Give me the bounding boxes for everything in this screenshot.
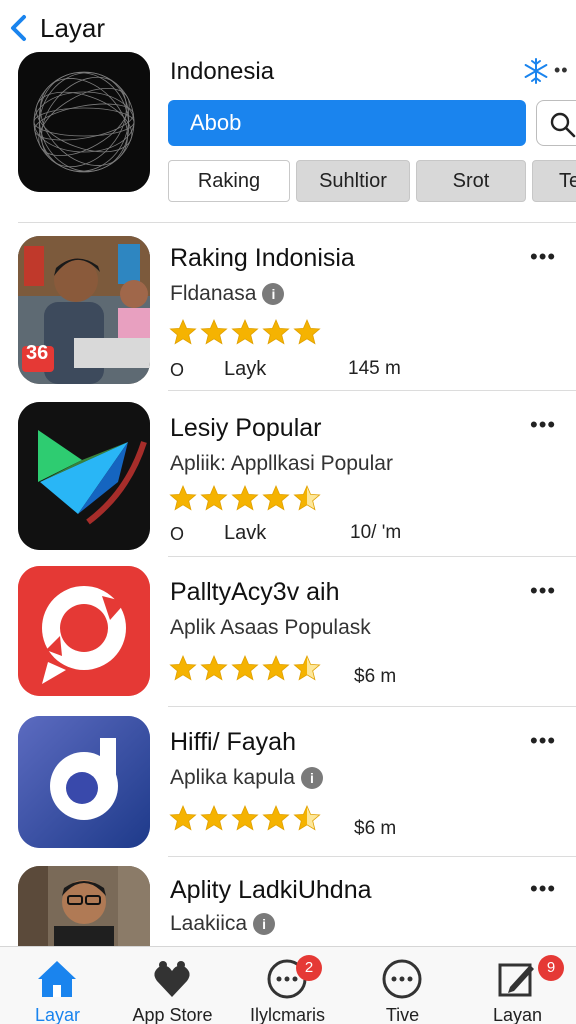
primary-action-button[interactable]: Abob xyxy=(168,100,526,146)
tab-label: App Store xyxy=(132,1005,213,1024)
more-icon[interactable]: ••• xyxy=(530,578,556,604)
tab-tive[interactable]: Tive xyxy=(345,947,460,1024)
back-button[interactable]: Layar xyxy=(6,13,105,44)
star-icon xyxy=(293,804,321,831)
app-subtitle: Apliik: Appllkasi Popular xyxy=(170,452,393,475)
home-icon xyxy=(38,961,76,997)
star-rating xyxy=(168,484,323,512)
app-subtitle: Aplik Asaas Populask xyxy=(170,616,371,639)
star-icon xyxy=(262,318,290,345)
app-size: 10/ 'm xyxy=(350,522,402,543)
segment-suhltior[interactable]: Suhltior xyxy=(296,160,410,202)
tab-label: Ilylcmaris xyxy=(250,1005,325,1024)
star-icon xyxy=(231,654,259,681)
heart-hands-icon xyxy=(154,961,190,997)
info-icon: i xyxy=(253,913,276,936)
app-badge: 36 xyxy=(26,342,49,364)
status-indicator: O xyxy=(170,524,185,544)
divider xyxy=(168,706,576,707)
star-icon xyxy=(231,804,259,831)
more-icon[interactable]: ••• xyxy=(530,728,556,754)
divider xyxy=(168,856,576,857)
app-row[interactable]: Lesiy Popular Apliik: Appllkasi Popular … xyxy=(0,402,576,552)
tab-layan[interactable]: 9 Layan xyxy=(460,947,576,1024)
star-icon xyxy=(262,804,290,831)
app-row[interactable]: Aplity LadkiUhdna Laakiica i ••• xyxy=(0,866,576,946)
app-icon-note xyxy=(18,716,150,848)
app-icon-photo xyxy=(18,866,150,946)
app-title: PalltyAcy3v aih xyxy=(170,578,340,606)
star-icon xyxy=(200,318,228,345)
featured-app-icon[interactable] xyxy=(18,52,150,192)
notification-badge: 2 xyxy=(296,955,322,981)
more-icon[interactable]: ••• xyxy=(530,244,556,270)
app-title: Raking Indonisia xyxy=(170,244,355,272)
tab-layar[interactable]: Layar xyxy=(0,947,115,1024)
star-icon xyxy=(262,654,290,681)
status-indicator: O xyxy=(170,360,185,380)
star-rating xyxy=(168,654,323,682)
chevron-left-icon xyxy=(11,15,26,41)
app-row[interactable]: Hiffi/ Fayah Aplika kapula i $6 m ••• xyxy=(0,716,576,852)
segment-srot[interactable]: Srot xyxy=(416,160,526,202)
app-action[interactable]: Layk xyxy=(224,358,266,381)
app-row[interactable]: PalltyAcy3v aih Aplik Asaas Populask $6 … xyxy=(0,566,576,700)
search-button[interactable] xyxy=(536,100,576,146)
app-subtitle: Aplika kapula i xyxy=(170,766,323,790)
app-title: Hiffi/ Fayah xyxy=(170,728,296,756)
star-icon xyxy=(293,318,321,345)
chat-bubble-icon xyxy=(382,959,422,999)
top-bar: Layar xyxy=(0,0,576,56)
star-icon xyxy=(231,318,259,345)
star-icon xyxy=(200,484,228,511)
star-icon xyxy=(169,484,197,511)
divider xyxy=(18,222,576,223)
app-icon-sync xyxy=(18,566,150,696)
star-icon xyxy=(169,318,197,345)
star-rating xyxy=(168,804,323,832)
app-size: 145 m xyxy=(348,358,401,379)
star-icon xyxy=(293,484,321,511)
search-icon xyxy=(550,112,576,138)
wireframe-sphere-icon xyxy=(18,52,150,192)
tab-bar: Layar App Store 2 Ilylcmaris Tive 9 Laya… xyxy=(0,946,576,1024)
divider xyxy=(168,556,576,557)
star-icon xyxy=(169,804,197,831)
app-title: Aplity LadkiUhdna xyxy=(170,876,372,904)
notification-badge: 9 xyxy=(538,955,564,981)
tab-ilylcmaris[interactable]: 2 Ilylcmaris xyxy=(230,947,345,1024)
star-icon xyxy=(262,484,290,511)
more-icon[interactable]: ••• xyxy=(530,876,556,902)
tab-label: Tive xyxy=(385,1005,420,1024)
app-subtitle: Laakiica i xyxy=(170,912,276,936)
more-icon[interactable]: ••• xyxy=(530,412,556,438)
more-icon[interactable]: •• xyxy=(554,60,569,81)
app-action[interactable]: Lavk xyxy=(224,522,266,545)
star-rating xyxy=(168,318,323,346)
segment-raking[interactable]: Raking xyxy=(168,160,290,202)
app-title: Lesiy Popular xyxy=(170,414,322,442)
app-size: $6 m xyxy=(354,666,397,687)
star-icon xyxy=(293,654,321,681)
app-subtitle: Fldanasa i xyxy=(170,282,285,306)
divider xyxy=(168,390,576,391)
segment-te[interactable]: Te xyxy=(532,160,576,202)
app-icon-photo: 36 xyxy=(18,236,150,384)
tab-label: Layan xyxy=(492,1005,543,1024)
edit-icon xyxy=(498,963,534,997)
back-label: Layar xyxy=(40,12,106,43)
featured-title: Indonesia xyxy=(170,58,275,85)
tab-app-store[interactable]: App Store xyxy=(115,947,230,1024)
app-icon-arrow xyxy=(18,402,150,550)
app-row[interactable]: 36 Raking Indonisia Fldanasa i O Layk 145… xyxy=(0,236,576,386)
star-icon xyxy=(231,484,259,511)
info-icon: i xyxy=(300,767,323,790)
snowflake-icon[interactable] xyxy=(522,57,550,85)
star-icon xyxy=(169,654,197,681)
star-icon xyxy=(200,804,228,831)
tab-label: Layar xyxy=(34,1005,81,1024)
star-icon xyxy=(200,654,228,681)
info-icon: i xyxy=(262,283,285,306)
app-size: $6 m xyxy=(354,818,397,839)
